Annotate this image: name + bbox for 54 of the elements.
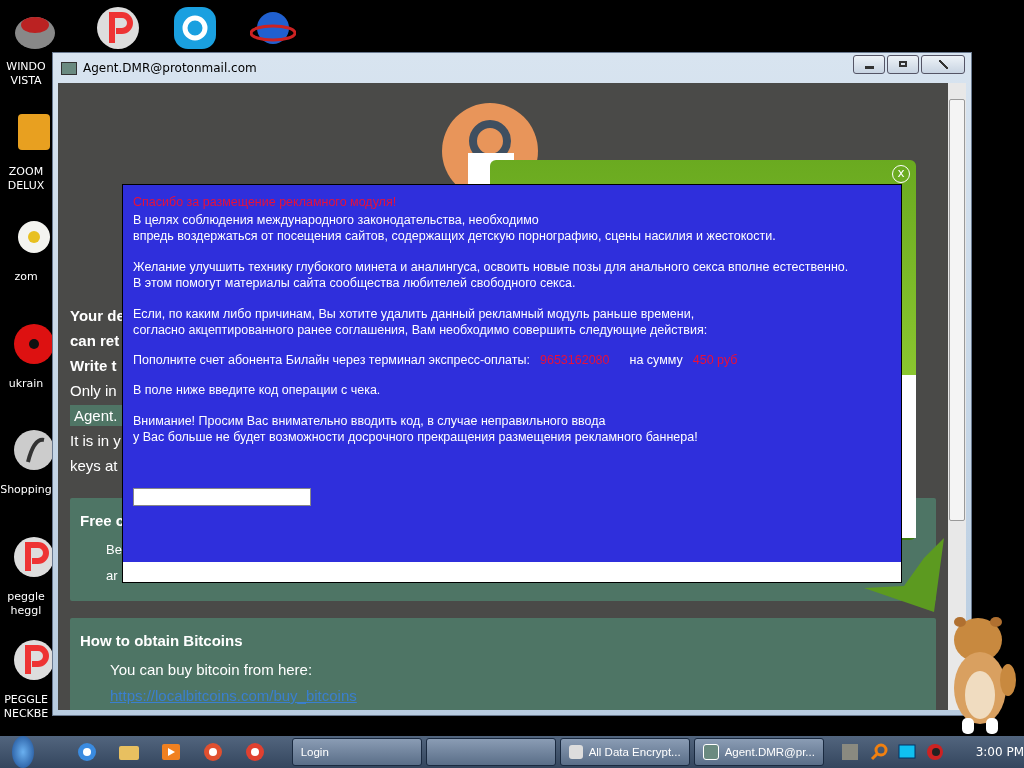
taskbar-button[interactable] — [425, 738, 556, 766]
banner-text: Внимание! Просим Вас внимательно вводить код, в случае неправильного ввода — [133, 413, 607, 429]
banner-heading: Спасибо за размещение рекламного модуля! — [133, 195, 398, 209]
app-icon[interactable] — [95, 5, 141, 51]
icon-label[interactable]: ukrain — [0, 377, 52, 391]
close-button[interactable] — [921, 54, 965, 74]
message-text: keys at — [70, 456, 118, 476]
banner-text: В целях соблюдения международного законодательства, необходимо — [133, 212, 540, 228]
message-text: Write t — [70, 356, 117, 376]
banner-text: В поле ниже введите код операции с чека. — [133, 382, 382, 398]
banner-text: Желание улучшить технику глубокого минета и аналингуса, освоить новые позы для анального секса вполне естественно. — [133, 259, 850, 275]
message-text: It is in y — [70, 431, 121, 451]
icon-label[interactable]: Shopping — [0, 483, 52, 497]
card-text: You can buy bitcoin from here: — [109, 660, 313, 680]
browser-icon[interactable] — [243, 741, 266, 763]
monitor-icon[interactable] — [897, 744, 916, 760]
icon-label[interactable]: WINDO VISTA — [0, 60, 52, 88]
taskbar-button[interactable]: Login — [291, 738, 422, 766]
browser-icon[interactable] — [75, 741, 98, 763]
banner-text: Пополните счет абонента Билайн через терминал экспресс-оплаты: — [133, 353, 530, 367]
icon-label[interactable]: zom — [0, 270, 52, 284]
card-title: How to obtain Bitcoins — [80, 632, 244, 649]
icon-label[interactable]: ZOOM DELUX — [0, 165, 52, 193]
taskbar-button[interactable]: Agent.DMR@pr... — [693, 738, 824, 766]
speaker-icon[interactable] — [925, 743, 944, 761]
start-button[interactable] — [12, 736, 34, 768]
card-text: Be — [105, 541, 122, 559]
payment-amount: 450 руб — [692, 353, 738, 367]
taskbar-button[interactable]: All Data Encrypt... — [559, 738, 690, 766]
card-text: ar — [105, 567, 118, 585]
banner-text: согласно акцептированного ранее соглашения, Вам необходимо совершить следующие действия: — [133, 322, 709, 338]
message-text: can ret — [70, 331, 120, 351]
scrollbar[interactable] — [948, 83, 966, 710]
message-text: Only in — [70, 381, 117, 401]
search-icon[interactable] — [869, 743, 888, 761]
maximize-button[interactable] — [887, 54, 919, 74]
code-input-field[interactable] — [133, 488, 311, 506]
app-icon[interactable] — [201, 741, 224, 763]
banner-text: на сумму — [629, 353, 683, 367]
banner-text: впредь воздержаться от посещения сайтов, содержащих детскую порнографию, сцены насилия и жестокости. — [133, 228, 777, 244]
arrow-icon — [864, 538, 946, 612]
icon-label[interactable]: peggle heggl — [0, 590, 52, 618]
skype-icon[interactable] — [172, 5, 218, 51]
icon-label[interactable]: PEGGLE NECKBE — [0, 693, 52, 721]
media-icon[interactable] — [159, 741, 182, 763]
banner-text: Если, по каким либо причинам, Вы хотите удалить данный рекламный модуль раньше времени, — [133, 306, 696, 322]
window-title: Agent.DMR@protonmail.com — [83, 61, 258, 75]
email-address: Agent. — [70, 405, 124, 426]
banner-text: В этом помогут материалы сайта сообщества любителей свободного секса. — [133, 275, 577, 291]
window-icon — [61, 61, 77, 75]
phone-number: 9653162080 — [540, 353, 610, 367]
banner-text: у Вас больше не будет возможности досрочного прекращения размещения рекламного баннера! — [133, 429, 699, 445]
clock: 3:00 PM — [975, 745, 1024, 759]
minimize-button[interactable] — [853, 54, 885, 74]
